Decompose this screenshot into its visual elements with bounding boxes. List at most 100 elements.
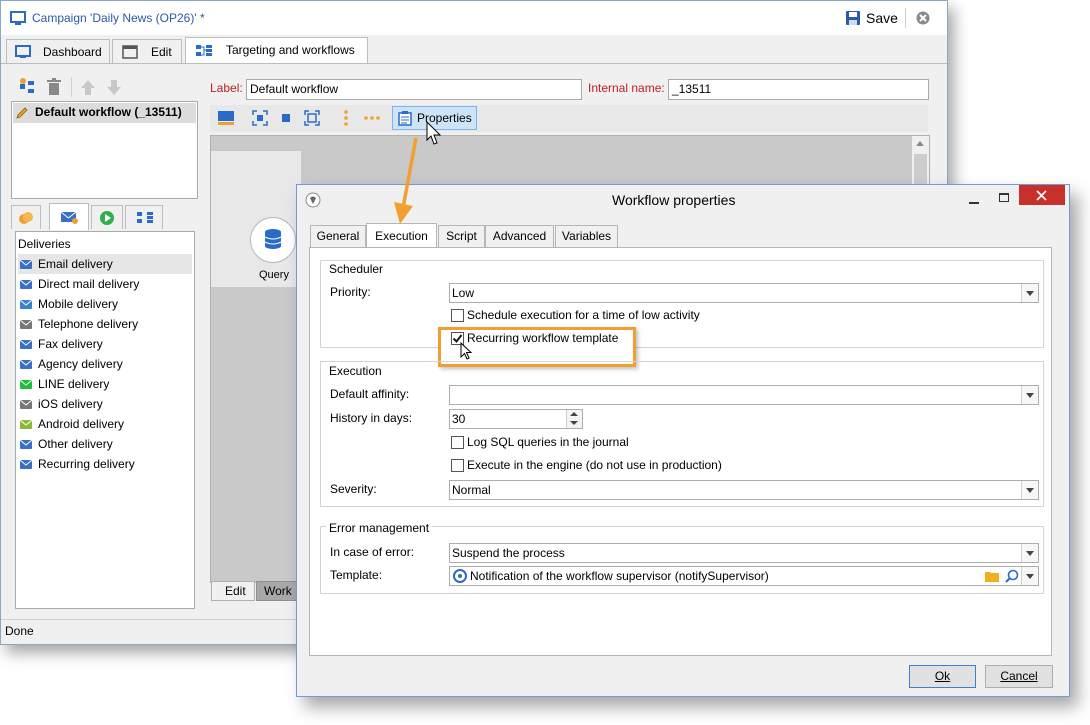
ok-button[interactable]: Ok — [909, 665, 976, 688]
chevron-down-icon[interactable] — [1021, 386, 1038, 404]
dialog-tab-advanced[interactable]: Advanced — [485, 225, 554, 247]
template-select[interactable]: Notification of the workflow supervisor … — [449, 566, 1039, 586]
edit-window-icon — [122, 45, 138, 59]
maximize-button[interactable] — [990, 191, 1018, 209]
query-activity[interactable] — [250, 217, 296, 263]
tab-dashboard[interactable]: Dashboard — [6, 39, 110, 63]
chevron-down-icon[interactable] — [1021, 544, 1038, 562]
label-caption: Label: — [210, 81, 243, 95]
delivery-item-label: LINE delivery — [38, 377, 110, 391]
case-of-error-select[interactable]: Suspend the process — [449, 543, 1039, 563]
save-button[interactable]: Save — [866, 10, 898, 26]
stepper-down-icon[interactable] — [570, 421, 578, 425]
title-divider — [905, 8, 906, 28]
move-down-icon[interactable] — [105, 78, 123, 96]
layout-icon[interactable] — [217, 109, 235, 127]
label-input[interactable]: Default workflow — [246, 79, 582, 100]
tab-edit[interactable]: Edit — [112, 39, 182, 63]
delivery-item-label: Direct mail delivery — [38, 277, 140, 291]
delivery-item[interactable]: Android delivery — [18, 414, 192, 434]
move-up-icon[interactable] — [79, 78, 97, 96]
canvas-tab-edit[interactable]: Edit — [211, 581, 255, 601]
tab-flow-control[interactable] — [91, 205, 123, 229]
vertical-dots-icon[interactable] — [337, 109, 355, 127]
scroll-thumb[interactable] — [914, 154, 927, 184]
log-sql-label: Log SQL queries in the journal — [467, 435, 629, 449]
close-icon[interactable] — [916, 11, 930, 25]
delivery-item[interactable]: Telephone delivery — [18, 314, 192, 334]
delivery-item[interactable]: iOS delivery — [18, 394, 192, 414]
workflow-actions-icon — [137, 212, 153, 223]
delivery-item[interactable]: Fax delivery — [18, 334, 192, 354]
delivery-item[interactable]: Agency delivery — [18, 354, 192, 374]
window-title: Campaign 'Daily News (OP26)' * — [32, 11, 205, 25]
delivery-item[interactable]: Recurring delivery — [18, 454, 192, 474]
workflow-properties-dialog: Workflow properties General Execution Sc… — [296, 184, 1070, 697]
workflow-item-label: Default workflow (_13511) — [35, 105, 182, 119]
history-stepper[interactable]: 30 — [449, 409, 583, 429]
chevron-down-icon[interactable] — [1021, 284, 1038, 302]
chevron-down-icon[interactable] — [1021, 567, 1038, 585]
canvas-tab-edit-label: Edit — [225, 584, 246, 598]
delivery-item[interactable]: LINE delivery — [18, 374, 192, 394]
delivery-item-label: Email delivery — [38, 257, 113, 271]
scroll-up-arrow[interactable] — [916, 141, 924, 146]
dialog-tab-variables[interactable]: Variables — [555, 225, 618, 247]
save-icon[interactable] — [845, 10, 861, 26]
dialog-tab-general-label: General — [316, 229, 360, 243]
low-activity-checkbox[interactable] — [451, 309, 464, 322]
deliveries-header: Deliveries — [18, 237, 71, 251]
play-icon — [100, 211, 114, 225]
actual-size-icon[interactable] — [277, 109, 295, 127]
cancel-button[interactable]: Cancel — [985, 665, 1053, 688]
tab-actions[interactable] — [125, 205, 163, 229]
android-icon — [19, 419, 33, 429]
tab-targeting-workflows[interactable]: Targeting and workflows — [185, 37, 368, 63]
dialog-tab-script[interactable]: Script — [438, 225, 485, 247]
folder-icon[interactable] — [985, 570, 999, 582]
new-workflow-icon[interactable] — [18, 78, 36, 96]
delivery-item[interactable]: Mobile delivery — [18, 294, 192, 314]
case-of-error-label: In case of error: — [330, 545, 415, 559]
zoom-selection-icon[interactable] — [303, 109, 321, 127]
dialog-close-button[interactable] — [1019, 185, 1065, 205]
severity-label: Severity: — [330, 482, 377, 496]
tab-targeting-activities[interactable] — [11, 205, 41, 229]
dialog-content: Scheduler Priority: Low Schedule executi… — [309, 247, 1052, 656]
internal-name-input[interactable]: _13511 — [668, 79, 929, 100]
log-sql-checkbox[interactable] — [451, 436, 464, 449]
delivery-item[interactable]: Email delivery — [18, 254, 192, 274]
chevron-down-icon[interactable] — [1021, 481, 1038, 499]
delivery-item[interactable]: Direct mail delivery — [18, 274, 192, 294]
execute-engine-checkbox[interactable] — [451, 459, 464, 472]
delivery-item[interactable]: Other delivery — [18, 434, 192, 454]
canvas-tab-work[interactable]: Work — [256, 581, 298, 601]
sms-icon — [19, 299, 33, 309]
canvas-tab-work-label: Work — [264, 584, 292, 598]
history-value: 30 — [452, 412, 466, 426]
template-icon — [453, 569, 467, 583]
stepper-up-icon[interactable] — [570, 412, 578, 416]
canvas-lane — [211, 151, 301, 287]
zoom-fit-icon[interactable] — [251, 109, 269, 127]
priority-select[interactable]: Low — [449, 283, 1039, 303]
agency-icon — [19, 359, 33, 369]
tab-deliveries[interactable] — [49, 203, 89, 230]
dialog-app-icon — [305, 192, 321, 208]
query-label: Query — [259, 269, 289, 281]
minimize-button[interactable] — [960, 191, 988, 209]
search-icon[interactable] — [1005, 569, 1019, 583]
severity-select[interactable]: Normal — [449, 480, 1039, 500]
dialog-tab-general[interactable]: General — [310, 225, 366, 247]
horizontal-dots-icon[interactable] — [363, 109, 381, 127]
delete-icon[interactable] — [45, 78, 63, 96]
telephone-icon — [19, 319, 33, 329]
dialog-title: Workflow properties — [612, 192, 736, 208]
delivery-item-label: Recurring delivery — [38, 457, 135, 471]
execute-engine-label: Execute in the engine (do not use in pro… — [467, 458, 722, 472]
status-text: Done — [5, 624, 34, 638]
affinity-select[interactable] — [449, 385, 1039, 405]
scheduler-legend: Scheduler — [326, 262, 387, 276]
stepper-buttons[interactable] — [566, 410, 582, 428]
list-item[interactable]: Default workflow (_13511) — [13, 103, 196, 123]
